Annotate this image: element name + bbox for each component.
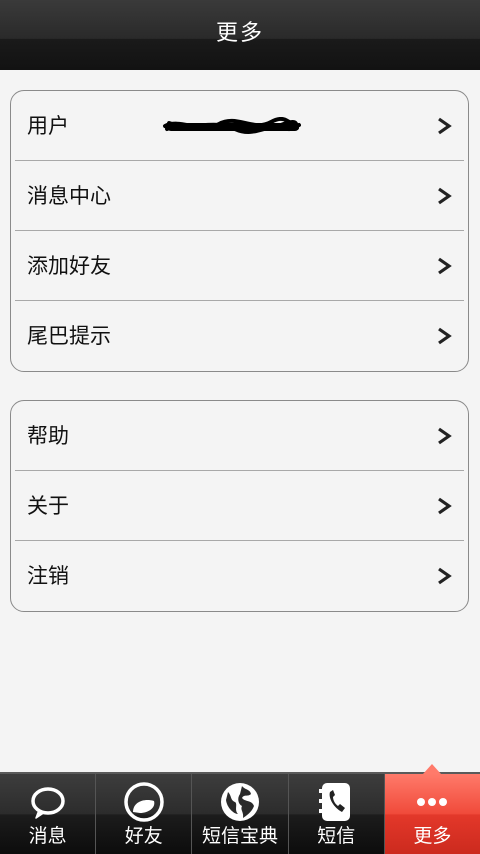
chevron-right-icon (438, 257, 452, 274)
menu-item-label: 尾巴提示 (27, 324, 111, 348)
friend-icon (124, 782, 164, 822)
tab-label: 好友 (124, 825, 163, 847)
more-dots-icon (417, 798, 448, 806)
menu-item-label: 关于 (27, 494, 69, 518)
tab-sms-collection[interactable]: 短信宝典 (192, 774, 289, 854)
menu-item-logout[interactable]: 注销 (15, 541, 464, 611)
menu-item-label: 帮助 (27, 424, 69, 448)
menu-item-about[interactable]: 关于 (15, 471, 464, 541)
tab-more[interactable]: 更多 (384, 764, 480, 854)
menu-item-label: 注销 (27, 564, 69, 588)
tab-friends[interactable]: 好友 (96, 774, 193, 854)
tab-messages[interactable]: 消息 (0, 774, 97, 854)
globe-icon (221, 783, 259, 821)
settings-group-account: 用户 消息中心 添加好友 尾巴提示 (10, 90, 469, 372)
chevron-right-icon (438, 327, 452, 345)
menu-item-add-friend[interactable]: 添加好友 (15, 231, 464, 301)
title-bar: 更多 (0, 0, 480, 70)
chevron-right-icon (438, 187, 452, 204)
tab-sms[interactable]: 短信 (289, 774, 385, 854)
menu-item-label: 添加好友 (27, 254, 111, 278)
speech-bubble-icon (30, 787, 65, 819)
menu-item-help[interactable]: 帮助 (15, 401, 464, 471)
active-tab-indicator (423, 764, 442, 774)
chevron-right-icon (438, 427, 452, 444)
menu-item-label: 消息中心 (27, 184, 111, 208)
menu-item-message-center[interactable]: 消息中心 (15, 161, 464, 231)
chevron-right-icon (438, 117, 452, 134)
chevron-right-icon (438, 567, 452, 585)
bottom-tab-bar: 消息 好友 短信宝典 短信 更多 (0, 764, 480, 854)
tab-label: 消息 (28, 825, 67, 847)
tab-label: 更多 (413, 825, 452, 847)
phonebook-icon (319, 783, 351, 821)
tab-label: 短信 (317, 825, 356, 847)
menu-item-user[interactable]: 用户 (15, 91, 464, 161)
settings-group-app: 帮助 关于 注销 (10, 400, 469, 612)
tab-label: 短信宝典 (202, 825, 279, 847)
chevron-right-icon (438, 497, 452, 514)
menu-item-tail-tips[interactable]: 尾巴提示 (15, 301, 464, 371)
page-title: 更多 (215, 21, 264, 46)
menu-item-label: 用户 (27, 114, 69, 138)
redacted-scribble (163, 117, 301, 134)
